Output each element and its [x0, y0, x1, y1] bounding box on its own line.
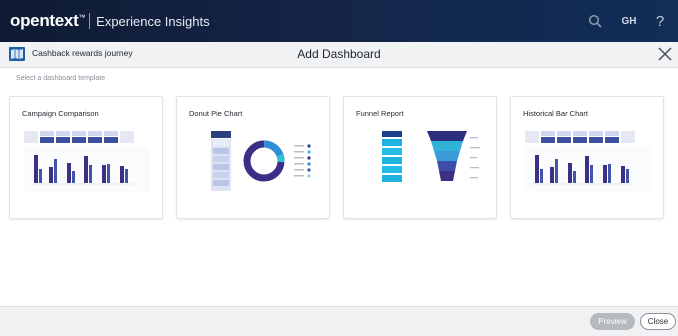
close-icon[interactable] — [656, 45, 674, 63]
dialog-footer: Preview Close — [0, 306, 678, 336]
template-card-campaign-comparison[interactable]: Campaign Comparison — [9, 96, 163, 219]
template-card-historical-bar-chart[interactable]: Historical Bar Chart — [510, 96, 664, 219]
app-logo: opentext™ — [10, 11, 86, 30]
template-title: Donut Pie Chart — [189, 109, 243, 118]
template-title: Funnel Report — [356, 109, 404, 118]
product-name: Experience Insights — [96, 13, 210, 29]
header-actions: GH ? — [580, 0, 672, 42]
template-card-funnel-report[interactable]: Funnel Report — [343, 96, 497, 219]
app-header: opentext™ Experience Insights GH ? — [0, 0, 678, 42]
dialog-title: Add Dashboard — [297, 47, 381, 61]
preview-button[interactable]: Preview — [590, 313, 635, 330]
user-avatar[interactable]: GH — [618, 10, 640, 32]
funnel-report-thumbnail — [356, 129, 486, 193]
template-title: Campaign Comparison — [22, 109, 99, 118]
template-title: Historical Bar Chart — [523, 109, 589, 118]
campaign-comparison-thumbnail — [22, 129, 152, 193]
dialog-subtitle: Select a dashboard template — [16, 75, 106, 82]
help-icon[interactable]: ? — [648, 13, 672, 30]
template-card-donut-pie-chart[interactable]: Donut Pie Chart — [176, 96, 330, 219]
dialog-header: Cashback rewards journey Add Dashboard — [0, 42, 678, 68]
donut-pie-chart-thumbnail — [189, 129, 319, 193]
close-button[interactable]: Close — [640, 313, 676, 330]
header-divider — [89, 13, 91, 29]
search-icon[interactable] — [580, 6, 610, 36]
historical-bar-chart-thumbnail — [523, 129, 653, 193]
